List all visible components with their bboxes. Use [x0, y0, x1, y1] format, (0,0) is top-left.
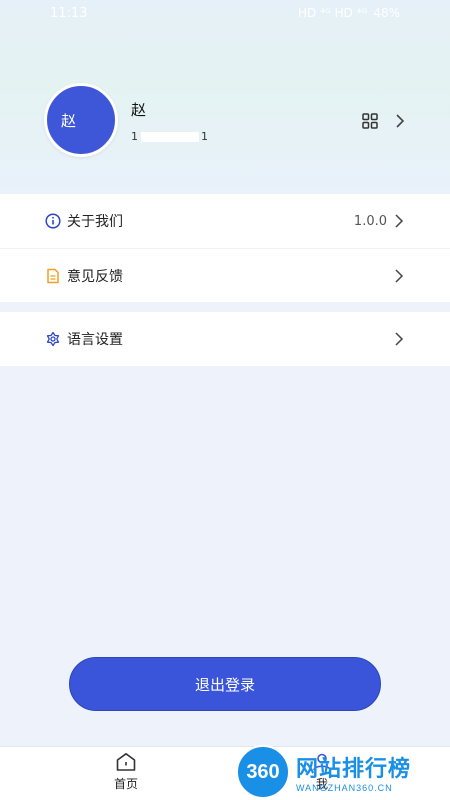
nav-item-me[interactable]: 我	[292, 752, 352, 792]
avatar[interactable]: 赵	[44, 83, 118, 157]
nav-item-home[interactable]: 首页	[96, 752, 156, 792]
battery-level: 48%	[373, 6, 400, 20]
menu-item-label: 意见反馈	[67, 268, 123, 285]
status-icons: HD ⁴ᴳ HD ⁴ᴳ 48%	[298, 6, 400, 20]
phone-suffix: 1	[201, 130, 209, 143]
logout-button[interactable]: 退出登录	[69, 657, 381, 711]
menu-card-settings: 语言设置	[0, 312, 450, 366]
user-phone: 11	[131, 130, 209, 143]
phone-prefix: 1	[131, 130, 139, 143]
chevron-right-icon	[395, 214, 404, 228]
user-name: 赵	[131, 101, 147, 119]
app-version: 1.0.0	[353, 213, 387, 229]
bottom-nav: 首页 我	[0, 746, 450, 800]
nav-label-home: 首页	[113, 777, 138, 791]
menu-item-feedback[interactable]: 意见反馈	[0, 248, 450, 302]
chevron-right-icon	[395, 332, 404, 346]
home-icon	[116, 753, 136, 771]
menu-item-about[interactable]: 关于我们 1.0.0	[0, 194, 450, 248]
chevron-right-icon	[395, 268, 404, 283]
document-icon	[45, 268, 61, 284]
info-icon	[45, 213, 61, 229]
menu-item-language[interactable]: 语言设置	[0, 312, 450, 366]
flower-settings-icon	[45, 331, 61, 347]
phone-mask	[141, 132, 199, 142]
status-bar: 11:13 HD ⁴ᴳ HD ⁴ᴳ 48%	[0, 0, 450, 26]
signal-indicator: HD ⁴ᴳ HD ⁴ᴳ	[298, 6, 368, 20]
menu-item-label: 语言设置	[67, 332, 123, 348]
status-time: 11:13	[50, 5, 88, 21]
chevron-right-icon[interactable]	[394, 112, 406, 130]
qr-code-icon[interactable]	[362, 113, 378, 129]
avatar-text: 赵	[61, 111, 77, 130]
nav-label-me: 我	[315, 777, 328, 791]
menu-item-label: 关于我们	[67, 214, 123, 230]
user-icon	[313, 753, 331, 771]
menu-card-main: 关于我们 1.0.0 意见反馈	[0, 194, 450, 302]
